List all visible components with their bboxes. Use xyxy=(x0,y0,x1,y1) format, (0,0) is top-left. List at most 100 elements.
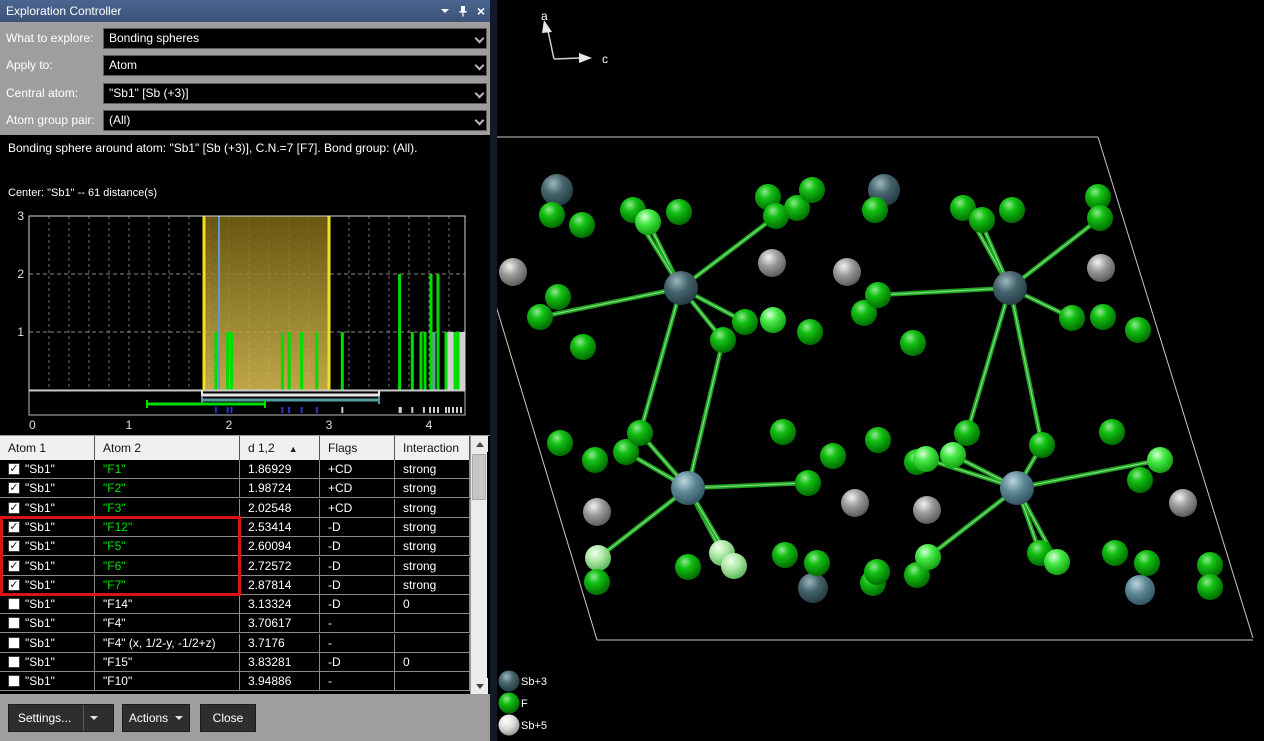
sb5-atom[interactable] xyxy=(758,249,786,277)
row-checkbox[interactable]: ✓ xyxy=(8,540,20,552)
f-atom[interactable] xyxy=(1029,432,1055,458)
f-atom[interactable] xyxy=(585,545,611,571)
cell-atom1[interactable]: ✓"Sb1" xyxy=(0,499,95,517)
scrollbar-thumb[interactable] xyxy=(472,454,486,500)
f-atom[interactable] xyxy=(710,327,736,353)
table-row[interactable]: "Sb1""F10"3.94886- xyxy=(0,672,470,691)
dropdown-3[interactable]: (All) xyxy=(103,110,487,131)
f-atom[interactable] xyxy=(570,334,596,360)
settings-button[interactable]: Settings... xyxy=(8,704,114,732)
dropdown-1[interactable]: Atom xyxy=(103,55,487,76)
settings-split-caret[interactable] xyxy=(84,705,104,731)
f-atom[interactable] xyxy=(797,319,823,345)
f-atom[interactable] xyxy=(865,427,891,453)
pin-icon[interactable] xyxy=(454,3,472,19)
row-checkbox[interactable]: ✓ xyxy=(8,521,20,533)
cell-atom1[interactable]: ✓"Sb1" xyxy=(0,518,95,536)
sb3-atom[interactable] xyxy=(1125,575,1155,605)
row-checkbox[interactable]: ✓ xyxy=(8,463,20,475)
row-checkbox[interactable] xyxy=(8,637,20,649)
f-atom[interactable] xyxy=(675,554,701,580)
sb5-atom[interactable] xyxy=(583,498,611,526)
sb1-central-atom[interactable] xyxy=(671,471,705,505)
cell-atom1[interactable]: ✓"Sb1" xyxy=(0,479,95,497)
f-atom[interactable] xyxy=(804,550,830,576)
f-atom[interactable] xyxy=(865,282,891,308)
dropdown-0[interactable]: Bonding spheres xyxy=(103,28,487,49)
chevron-down-icon[interactable] xyxy=(475,34,485,44)
panel-divider[interactable] xyxy=(490,0,497,741)
cell-atom1[interactable]: "Sb1" xyxy=(0,614,95,632)
f-atom[interactable] xyxy=(969,207,995,233)
f-atom[interactable] xyxy=(1087,205,1113,231)
window-menu-caret-icon[interactable] xyxy=(436,3,454,19)
f-atom[interactable] xyxy=(584,569,610,595)
dropdown-2[interactable]: "Sb1" [Sb (+3)] xyxy=(103,83,487,104)
f-atom[interactable] xyxy=(820,443,846,469)
table-row[interactable]: ✓"Sb1""F3"2.02548+CDstrong xyxy=(0,499,470,518)
table-scrollbar[interactable] xyxy=(470,436,487,694)
f-atom[interactable] xyxy=(1134,550,1160,576)
f-atom[interactable] xyxy=(569,212,595,238)
f-atom[interactable] xyxy=(862,197,888,223)
column-header-1[interactable]: Atom 2 xyxy=(95,436,240,460)
f-atom[interactable] xyxy=(547,430,573,456)
column-header-0[interactable]: Atom 1 xyxy=(0,436,95,460)
sb1-central-atom[interactable] xyxy=(993,271,1027,305)
f-atom[interactable] xyxy=(795,470,821,496)
f-atom[interactable] xyxy=(1127,467,1153,493)
sb5-atom[interactable] xyxy=(841,489,869,517)
f-atom[interactable] xyxy=(582,447,608,473)
distance-histogram[interactable]: 32101234 xyxy=(0,205,490,435)
scroll-down-button[interactable] xyxy=(471,678,488,694)
structure-viewport[interactable]: ac Sb+3FSb+5 xyxy=(497,0,1264,741)
cell-atom1[interactable]: ✓"Sb1" xyxy=(0,576,95,594)
row-checkbox[interactable] xyxy=(8,675,20,687)
sb1-central-atom[interactable] xyxy=(1000,471,1034,505)
f-atom[interactable] xyxy=(732,309,758,335)
f-atom[interactable] xyxy=(545,284,571,310)
table-row[interactable]: "Sb1""F4" (x, 1/2-y, -1/2+z)3.7176- xyxy=(0,634,470,653)
row-checkbox[interactable]: ✓ xyxy=(8,482,20,494)
row-checkbox[interactable] xyxy=(8,617,20,629)
row-checkbox[interactable]: ✓ xyxy=(8,502,20,514)
f-atom[interactable] xyxy=(1197,574,1223,600)
f-atom[interactable] xyxy=(627,420,653,446)
crystal-structure-canvas[interactable]: ac Sb+3FSb+5 xyxy=(497,0,1264,741)
f-atom[interactable] xyxy=(666,199,692,225)
fluorine-atoms[interactable] xyxy=(527,177,1223,600)
sb1-central-atom[interactable] xyxy=(664,271,698,305)
f-atom[interactable] xyxy=(900,330,926,356)
f-atom[interactable] xyxy=(760,307,786,333)
cell-atom1[interactable]: ✓"Sb1" xyxy=(0,537,95,555)
row-checkbox[interactable]: ✓ xyxy=(8,560,20,572)
column-header-4[interactable]: Interaction xyxy=(395,436,470,460)
close-button[interactable]: Close xyxy=(200,704,256,732)
column-header-2[interactable]: d 1,2▲ xyxy=(240,436,320,460)
f-atom[interactable] xyxy=(864,559,890,585)
table-row[interactable]: ✓"Sb1""F12"2.53414-Dstrong xyxy=(0,518,470,537)
cell-atom1[interactable]: "Sb1" xyxy=(0,653,95,671)
f-atom[interactable] xyxy=(1059,305,1085,331)
cell-atom1[interactable]: ✓"Sb1" xyxy=(0,460,95,478)
f-atom[interactable] xyxy=(772,542,798,568)
f-atom[interactable] xyxy=(999,197,1025,223)
table-row[interactable]: "Sb1""F15"3.83281-D0 xyxy=(0,653,470,672)
f-atom[interactable] xyxy=(1044,549,1070,575)
table-row[interactable]: "Sb1""F14"3.13324-D0 xyxy=(0,595,470,614)
f-atom[interactable] xyxy=(954,420,980,446)
table-row[interactable]: ✓"Sb1""F7"2.87814-Dstrong xyxy=(0,576,470,595)
f-atom[interactable] xyxy=(1102,540,1128,566)
sb5-atom[interactable] xyxy=(1087,254,1115,282)
f-atom[interactable] xyxy=(913,446,939,472)
titlebar[interactable]: Exploration Controller × xyxy=(0,0,490,22)
cell-atom1[interactable]: "Sb1" xyxy=(0,595,95,613)
actions-button[interactable]: Actions xyxy=(122,704,190,732)
sb3-atom[interactable] xyxy=(798,573,828,603)
column-header-3[interactable]: Flags xyxy=(320,436,395,460)
cell-atom1[interactable]: ✓"Sb1" xyxy=(0,557,95,575)
f-atom[interactable] xyxy=(940,442,966,468)
chevron-down-icon[interactable] xyxy=(475,89,485,99)
table-row[interactable]: ✓"Sb1""F1"1.86929+CDstrong xyxy=(0,460,470,479)
row-checkbox[interactable] xyxy=(8,598,20,610)
